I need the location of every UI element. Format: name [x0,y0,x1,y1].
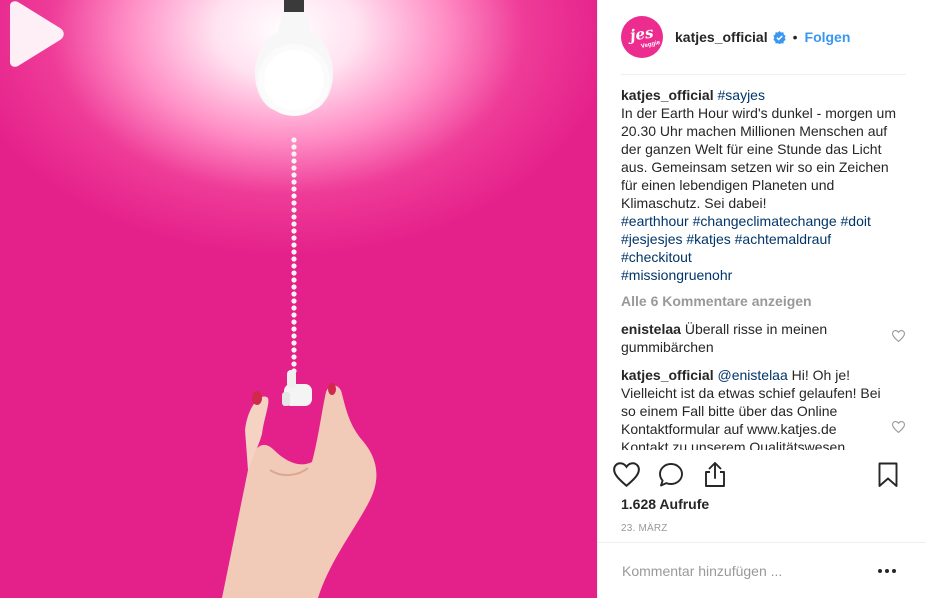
follow-button[interactable]: Folgen [805,29,851,45]
comment-item: katjes_official @enistelaa Hi! Oh je! Vi… [621,366,911,450]
chain-bead [291,242,297,248]
chain-bead [291,235,297,241]
chain-bead [291,221,297,227]
post-video[interactable] [0,0,597,598]
separator-dot: • [792,29,798,45]
bookmark-icon[interactable] [878,462,898,488]
chain-bead [291,249,297,255]
chain-bead [291,298,297,304]
chain-bead [291,284,297,290]
chain-bead [291,277,297,283]
post-username[interactable]: katjes_official [675,29,768,45]
chain-bead [291,361,297,367]
chain-bead [291,179,297,185]
chain-bead [291,165,297,171]
avatar[interactable]: jes Veggie [621,16,663,58]
view-count[interactable]: 1.628 Aufrufe [621,496,709,512]
hashtag[interactable]: #jesjesjes [621,231,682,247]
chain-bead [291,326,297,332]
comment-like-icon[interactable] [892,421,905,433]
comment-like-icon[interactable] [892,330,905,342]
caption-username[interactable]: katjes_official [621,87,714,103]
chain-bead [291,186,297,192]
video-still-illustration [222,0,377,598]
chain-bead [291,200,297,206]
add-comment-divider [597,542,926,543]
chain-bead [291,354,297,360]
hashtag[interactable]: #changeclimatechange [693,213,837,229]
caption-hashtags: #earthhour #changeclimatechange #doit #j… [621,212,903,284]
chain-bead [291,340,297,346]
chain-bead [291,291,297,297]
bulb-socket [284,0,304,14]
hashtag[interactable]: #doit [841,213,871,229]
chain-bead [291,228,297,234]
comment-item: enistelaa Überall risse in meinen gummib… [621,320,911,356]
avatar-logo-text: jes [629,22,655,45]
share-icon[interactable] [704,461,726,488]
hand [222,383,377,598]
chain-bead [291,263,297,269]
chain-bead [291,158,297,164]
post-header: jes Veggie katjes_official • Folgen [621,16,906,58]
hashtag[interactable]: #achtemaldrauf [735,231,832,247]
chain-bead [291,305,297,311]
heart-outline-icon[interactable] [613,462,640,487]
thumbs-up-figure [282,370,312,406]
chain-bead [291,312,297,318]
light-bulb [255,12,333,116]
comment-mention[interactable]: @enistelaa [718,367,788,383]
instagram-post: jes Veggie katjes_official • Folgen katj… [0,0,926,598]
view-all-comments-button[interactable]: Alle 6 Kommentare anzeigen [621,292,812,310]
comment-username[interactable]: enistelaa [621,321,681,337]
add-comment-input[interactable] [622,560,852,582]
chain-bead [291,214,297,220]
hashtag[interactable]: #sayjes [718,87,765,103]
comment-bubble-icon[interactable] [658,462,684,488]
hashtag[interactable]: #checkitout [621,249,692,265]
chain-bead [291,144,297,150]
chain-bead [291,207,297,213]
hashtag[interactable]: #earthhour [621,213,689,229]
hashtag[interactable]: #katjes [686,231,730,247]
chain-bead [291,347,297,353]
chain-bead [291,333,297,339]
post-date[interactable]: 23. MÄRZ [621,523,668,534]
chain-bead [291,193,297,199]
chain-bead [291,172,297,178]
chain-bead [291,151,297,157]
caption-text: In der Earth Hour wird's dunkel - morgen… [621,105,897,211]
comments-list[interactable]: katjes_official #sayjes In der Earth Hou… [621,86,911,450]
chain-bead [291,319,297,325]
play-icon[interactable] [0,0,66,68]
pull-chain [291,137,297,374]
more-options-icon[interactable] [877,562,897,580]
chain-bead [291,137,297,143]
header-divider [621,74,906,75]
chain-bead [291,256,297,262]
post-caption: katjes_official #sayjes In der Earth Hou… [621,86,911,284]
verified-badge-icon [772,30,786,44]
comment-username[interactable]: katjes_official [621,367,714,383]
chain-bead [291,270,297,276]
hashtag[interactable]: #missiongruenohr [621,267,732,283]
